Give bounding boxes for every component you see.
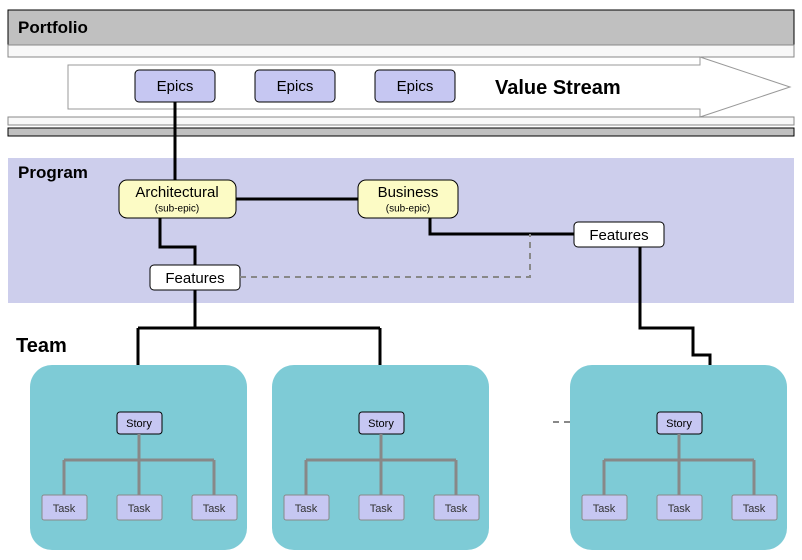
task-label-2-3: Task [445,503,468,515]
story-label-3: Story [666,418,692,430]
portfolio-band-thin-top [8,45,794,57]
architectural-sub: (sub-epic) [155,204,199,215]
safe-diagram: Portfolio Epics Epics Epics Value Stream… [0,0,802,560]
value-stream-label: Value Stream [495,77,621,99]
story-label-1: Story [126,418,152,430]
epic-label-1: Epics [157,78,194,95]
team-title: Team [16,335,67,357]
task-label-2-2: Task [370,503,393,515]
business-sub: (sub-epic) [386,204,430,215]
task-label-3-3: Task [743,503,766,515]
task-label-1-3: Task [203,503,226,515]
portfolio-band-thin-bot [8,128,794,136]
portfolio-header-band [8,10,794,45]
task-label-2-1: Task [295,503,318,515]
portfolio-title: Portfolio [18,18,88,37]
task-label-1-2: Task [128,503,151,515]
epic-label-2: Epics [277,78,314,95]
epic-label-3: Epics [397,78,434,95]
architectural-label: Architectural [135,184,218,201]
task-label-3-1: Task [593,503,616,515]
program-title: Program [18,163,88,182]
features-right-label: Features [589,227,648,244]
task-label-1-1: Task [53,503,76,515]
task-label-3-2: Task [668,503,691,515]
business-label: Business [378,184,439,201]
portfolio-band-thin-mid [8,117,794,125]
story-label-2: Story [368,418,394,430]
features-left-label: Features [165,270,224,287]
